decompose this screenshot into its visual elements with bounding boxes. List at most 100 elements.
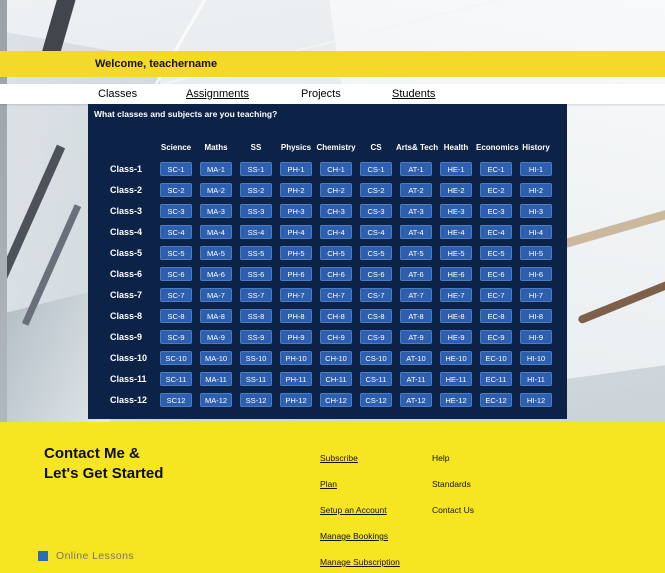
class-subject-button[interactable]: MA-10 <box>200 350 232 365</box>
class-subject-button[interactable]: CS-12 <box>360 392 392 407</box>
class-subject-button[interactable]: PH-10 <box>280 350 312 365</box>
class-subject-button[interactable]: HE-6 <box>440 266 472 281</box>
class-subject-button[interactable]: SS-3 <box>240 203 272 218</box>
class-subject-button[interactable]: EC-5 <box>480 245 512 260</box>
class-subject-button[interactable]: MA-7 <box>200 287 232 302</box>
class-subject-button[interactable]: AT-5 <box>400 245 432 260</box>
class-subject-button[interactable]: SC-10 <box>160 350 192 365</box>
class-subject-button[interactable]: SC-3 <box>160 203 192 218</box>
class-subject-button[interactable]: HI-4 <box>520 224 552 239</box>
class-subject-button[interactable]: SS-2 <box>240 182 272 197</box>
class-subject-button[interactable]: SC-6 <box>160 266 192 281</box>
class-subject-button[interactable]: HI-2 <box>520 182 552 197</box>
class-subject-button[interactable]: SS-10 <box>240 350 272 365</box>
class-subject-button[interactable]: PH-3 <box>280 203 312 218</box>
class-subject-button[interactable]: SS-8 <box>240 308 272 323</box>
class-subject-button[interactable]: SC-1 <box>160 161 192 176</box>
class-subject-button[interactable]: CS-8 <box>360 308 392 323</box>
class-subject-button[interactable]: CS-9 <box>360 329 392 344</box>
class-subject-button[interactable]: AT-2 <box>400 182 432 197</box>
class-subject-button[interactable]: AT-4 <box>400 224 432 239</box>
class-subject-button[interactable]: CS-6 <box>360 266 392 281</box>
class-subject-button[interactable]: CH-11 <box>320 371 352 386</box>
class-subject-button[interactable]: SC-2 <box>160 182 192 197</box>
class-subject-button[interactable]: AT-10 <box>400 350 432 365</box>
class-subject-button[interactable]: PH-9 <box>280 329 312 344</box>
tab-students[interactable]: Students <box>392 84 435 104</box>
class-subject-button[interactable]: CS-2 <box>360 182 392 197</box>
class-subject-button[interactable]: HI-6 <box>520 266 552 281</box>
class-subject-button[interactable]: SS-12 <box>240 392 272 407</box>
class-subject-button[interactable]: HE-12 <box>440 392 472 407</box>
class-subject-button[interactable]: HI-8 <box>520 308 552 323</box>
class-subject-button[interactable]: PH-7 <box>280 287 312 302</box>
class-subject-button[interactable]: CS-4 <box>360 224 392 239</box>
class-subject-button[interactable]: HI-1 <box>520 161 552 176</box>
class-subject-button[interactable]: EC-10 <box>480 350 512 365</box>
class-subject-button[interactable]: HE-10 <box>440 350 472 365</box>
footer-link[interactable]: Standards <box>432 479 471 489</box>
class-subject-button[interactable]: CH-9 <box>320 329 352 344</box>
class-subject-button[interactable]: AT-6 <box>400 266 432 281</box>
class-subject-button[interactable]: CS-1 <box>360 161 392 176</box>
class-subject-button[interactable]: MA-12 <box>200 392 232 407</box>
class-subject-button[interactable]: CH-3 <box>320 203 352 218</box>
tab-classes[interactable]: Classes <box>98 84 137 104</box>
footer-link[interactable]: Manage Bookings <box>320 531 388 541</box>
class-subject-button[interactable]: PH-4 <box>280 224 312 239</box>
footer-link[interactable]: Subscribe <box>320 453 358 463</box>
class-subject-button[interactable]: HI-3 <box>520 203 552 218</box>
class-subject-button[interactable]: SS-9 <box>240 329 272 344</box>
class-subject-button[interactable]: AT-9 <box>400 329 432 344</box>
class-subject-button[interactable]: CS-5 <box>360 245 392 260</box>
class-subject-button[interactable]: SC-4 <box>160 224 192 239</box>
class-subject-button[interactable]: EC-4 <box>480 224 512 239</box>
class-subject-button[interactable]: CH-12 <box>320 392 352 407</box>
class-subject-button[interactable]: CH-10 <box>320 350 352 365</box>
class-subject-button[interactable]: MA-6 <box>200 266 232 281</box>
footer-link[interactable]: Plan <box>320 479 337 489</box>
class-subject-button[interactable]: CH-8 <box>320 308 352 323</box>
class-subject-button[interactable]: CS-3 <box>360 203 392 218</box>
class-subject-button[interactable]: MA-3 <box>200 203 232 218</box>
class-subject-button[interactable]: MA-5 <box>200 245 232 260</box>
class-subject-button[interactable]: CH-4 <box>320 224 352 239</box>
class-subject-button[interactable]: CH-5 <box>320 245 352 260</box>
class-subject-button[interactable]: AT-3 <box>400 203 432 218</box>
brand[interactable]: Online Lessons <box>38 550 134 562</box>
class-subject-button[interactable]: HI-12 <box>520 392 552 407</box>
class-subject-button[interactable]: HE-2 <box>440 182 472 197</box>
class-subject-button[interactable]: AT-1 <box>400 161 432 176</box>
class-subject-button[interactable]: AT-11 <box>400 371 432 386</box>
class-subject-button[interactable]: CS-11 <box>360 371 392 386</box>
class-subject-button[interactable]: SS-7 <box>240 287 272 302</box>
class-subject-button[interactable]: HE-5 <box>440 245 472 260</box>
class-subject-button[interactable]: EC-2 <box>480 182 512 197</box>
class-subject-button[interactable]: PH-8 <box>280 308 312 323</box>
class-subject-button[interactable]: PH-1 <box>280 161 312 176</box>
class-subject-button[interactable]: MA-2 <box>200 182 232 197</box>
class-subject-button[interactable]: HE-11 <box>440 371 472 386</box>
class-subject-button[interactable]: CS-10 <box>360 350 392 365</box>
class-subject-button[interactable]: HE-3 <box>440 203 472 218</box>
class-subject-button[interactable]: SS-11 <box>240 371 272 386</box>
class-subject-button[interactable]: SS-5 <box>240 245 272 260</box>
class-subject-button[interactable]: SC-7 <box>160 287 192 302</box>
class-subject-button[interactable]: MA-9 <box>200 329 232 344</box>
class-subject-button[interactable]: HI-7 <box>520 287 552 302</box>
class-subject-button[interactable]: HE-4 <box>440 224 472 239</box>
class-subject-button[interactable]: AT-8 <box>400 308 432 323</box>
class-subject-button[interactable]: AT-7 <box>400 287 432 302</box>
class-subject-button[interactable]: EC-11 <box>480 371 512 386</box>
class-subject-button[interactable]: CH-7 <box>320 287 352 302</box>
class-subject-button[interactable]: CH-6 <box>320 266 352 281</box>
class-subject-button[interactable]: HE-8 <box>440 308 472 323</box>
class-subject-button[interactable]: HE-7 <box>440 287 472 302</box>
class-subject-button[interactable]: HI-9 <box>520 329 552 344</box>
class-subject-button[interactable]: MA-11 <box>200 371 232 386</box>
class-subject-button[interactable]: SC-9 <box>160 329 192 344</box>
class-subject-button[interactable]: HI-5 <box>520 245 552 260</box>
tab-projects[interactable]: Projects <box>301 84 341 104</box>
footer-link[interactable]: Setup an Account <box>320 505 387 515</box>
class-subject-button[interactable]: EC-8 <box>480 308 512 323</box>
